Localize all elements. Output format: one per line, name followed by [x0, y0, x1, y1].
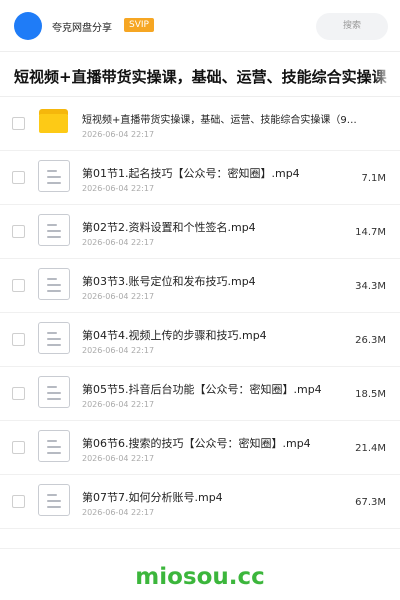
select-checkbox[interactable] — [12, 225, 25, 238]
list-item[interactable]: 第04节4.视频上传的步骤和技巧.mp4 2026-06-04 22:17 26… — [0, 313, 400, 367]
item-name: 第06节6.搜索的技巧【公众号：密知圈】.mp4 — [82, 437, 311, 450]
item-date: 2026-06-04 22:17 — [82, 238, 155, 247]
item-name: 第01节1.起名技巧【公众号：密知圈】.mp4 — [82, 167, 300, 180]
video-file-icon — [38, 268, 70, 300]
item-date: 2026-06-04 22:17 — [82, 454, 155, 463]
list-item[interactable]: 短视频+直播带货实操课，基础、运营、技能综合实操课（9节课） 2026-06-0… — [0, 97, 400, 151]
file-list: 短视频+直播带货实操课，基础、运营、技能综合实操课（9节课） 2026-06-0… — [0, 97, 400, 529]
item-date: 2026-06-04 22:17 — [82, 130, 155, 139]
video-file-icon — [38, 160, 70, 192]
video-file-icon — [38, 322, 70, 354]
item-name: 第05节5.抖音后台功能【公众号：密知圈】.mp4 — [82, 383, 322, 396]
video-file-icon — [38, 484, 70, 516]
title-fade — [374, 53, 400, 96]
select-checkbox[interactable] — [12, 279, 25, 292]
item-size: 18.5M — [355, 389, 386, 400]
item-name: 第04节4.视频上传的步骤和技巧.mp4 — [82, 329, 267, 342]
list-item[interactable]: 第02节2.资料设置和个性签名.mp4 2026-06-04 22:17 14.… — [0, 205, 400, 259]
select-checkbox[interactable] — [12, 333, 25, 346]
item-count: 1 — [380, 69, 386, 78]
svip-badge: SVIP — [124, 18, 154, 32]
search-input[interactable]: 搜索 — [316, 13, 388, 40]
item-date: 2026-06-04 22:17 — [82, 346, 155, 355]
item-size: 34.3M — [355, 281, 386, 292]
watermark-text: miosou.cc — [135, 564, 265, 590]
item-date: 2026-06-04 22:17 — [82, 292, 155, 301]
list-item[interactable]: 第01节1.起名技巧【公众号：密知圈】.mp4 2026-06-04 22:17… — [0, 151, 400, 205]
folder-title: 短视频+直播带货实操课，基础、运营、技能综合实操课（9 — [14, 68, 400, 86]
select-checkbox[interactable] — [12, 171, 25, 184]
folder-icon — [39, 109, 68, 133]
item-size: 14.7M — [355, 227, 386, 238]
list-item[interactable]: 第05节5.抖音后台功能【公众号：密知圈】.mp4 2026-06-04 22:… — [0, 367, 400, 421]
item-name: 第03节3.账号定位和发布技巧.mp4 — [82, 275, 256, 288]
item-size: 21.4M — [355, 443, 386, 454]
share-title: 夸克网盘分享 — [52, 23, 112, 34]
video-file-icon — [38, 376, 70, 408]
header-bar: 夸克网盘分享 SVIP 搜索 — [0, 0, 400, 52]
avatar[interactable] — [14, 12, 42, 40]
list-item[interactable]: 第07节7.如何分析账号.mp4 2026-06-04 22:17 67.3M — [0, 475, 400, 529]
list-item[interactable]: 第06节6.搜索的技巧【公众号：密知圈】.mp4 2026-06-04 22:1… — [0, 421, 400, 475]
item-name: 第07节7.如何分析账号.mp4 — [82, 491, 223, 504]
folder-title-row: 短视频+直播带货实操课，基础、运营、技能综合实操课（9 1 — [0, 53, 400, 97]
item-size: 67.3M — [355, 497, 386, 508]
item-size: 26.3M — [355, 335, 386, 346]
item-date: 2026-06-04 22:17 — [82, 508, 155, 517]
select-checkbox[interactable] — [12, 495, 25, 508]
select-checkbox[interactable] — [12, 117, 25, 130]
select-checkbox[interactable] — [12, 387, 25, 400]
item-size: 7.1M — [361, 173, 386, 184]
select-checkbox[interactable] — [12, 441, 25, 454]
video-file-icon — [38, 430, 70, 462]
item-name: 短视频+直播带货实操课，基础、运营、技能综合实操课（9节课） — [82, 115, 366, 126]
item-date: 2026-06-04 22:17 — [82, 400, 155, 409]
video-file-icon — [38, 214, 70, 246]
item-name: 第02节2.资料设置和个性签名.mp4 — [82, 221, 256, 234]
item-date: 2026-06-04 22:17 — [82, 184, 155, 193]
list-item[interactable]: 第03节3.账号定位和发布技巧.mp4 2026-06-04 22:17 34.… — [0, 259, 400, 313]
